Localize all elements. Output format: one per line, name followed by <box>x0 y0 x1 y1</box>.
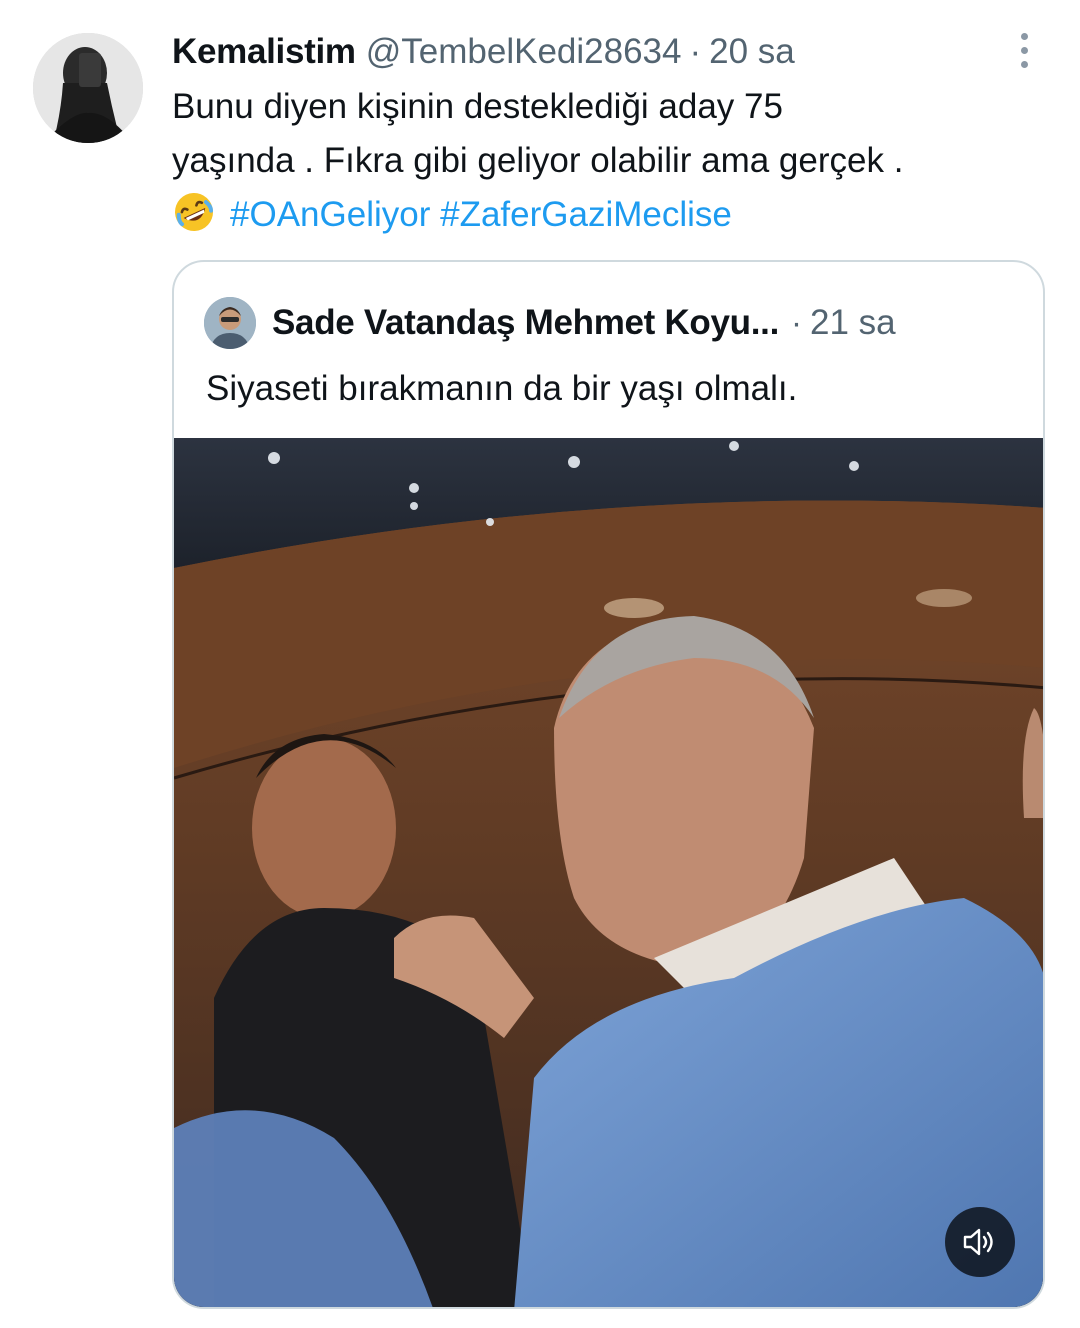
rolling-on-floor-laughing-emoji-icon <box>172 190 216 234</box>
tweet-header: Kemalistim @TembelKedi28634 · 20 sa <box>172 28 795 76</box>
quoted-header-separator: · <box>791 304 803 341</box>
quoted-tweet-card[interactable]: Sade Vatandaş Mehmet Koyu... · 21 sa Siy… <box>172 260 1045 1309</box>
quoted-timestamp[interactable]: 21 sa <box>810 303 896 343</box>
author-avatar[interactable] <box>33 33 143 143</box>
speaker-sound-icon <box>963 1228 993 1256</box>
tweet-text-line: yaşında . Fıkra gibi geliyor olabilir am… <box>172 141 904 180</box>
mute-toggle-button[interactable] <box>945 1207 1015 1277</box>
tweet-text-line: Bunu diyen kişinin desteklediği aday 75 <box>172 87 783 126</box>
header-separator: · <box>689 32 702 71</box>
more-options-icon[interactable] <box>1006 30 1042 70</box>
quoted-author-avatar[interactable] <box>204 297 256 349</box>
quoted-video[interactable] <box>174 438 1043 1307</box>
author-handle[interactable]: @TembelKedi28634 <box>366 32 682 72</box>
hashtag-link[interactable]: #ZaferGaziMeclise <box>440 195 732 234</box>
author-name[interactable]: Kemalistim <box>172 32 356 72</box>
hashtag-link[interactable]: #OAnGeliyor <box>230 195 430 234</box>
quoted-tweet-header: Sade Vatandaş Mehmet Koyu... · 21 sa <box>204 296 896 350</box>
tweet-text: Bunu diyen kişinin desteklediği aday 75 … <box>172 80 1052 242</box>
quoted-author-name[interactable]: Sade Vatandaş Mehmet Koyu... <box>272 303 779 343</box>
quoted-tweet-text: Siyaseti bırakmanın da bir yaşı olmalı. <box>206 369 798 408</box>
tweet-timestamp[interactable]: 20 sa <box>709 32 795 72</box>
